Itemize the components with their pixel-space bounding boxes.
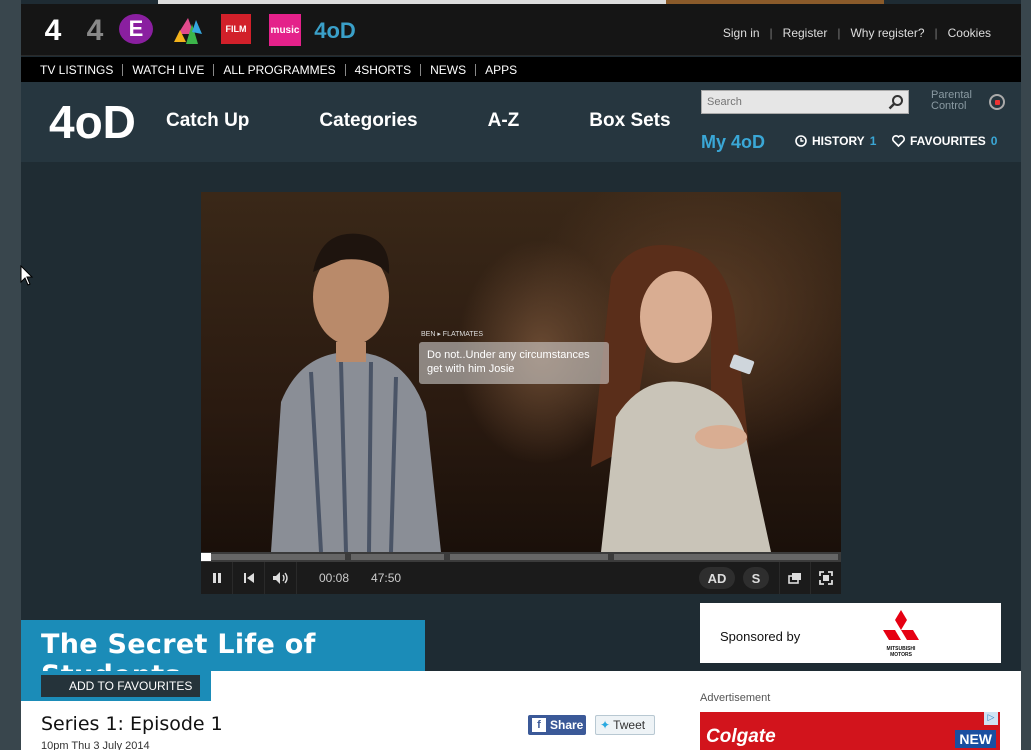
register-link[interactable]: Register: [773, 26, 838, 40]
menu-box-sets[interactable]: Box Sets: [589, 110, 670, 132]
current-time: 00:08: [319, 571, 350, 585]
sponsor-label: Sponsored by: [720, 629, 801, 644]
caption-bubble: Do not..Under any circumstances get with…: [419, 342, 609, 384]
mouse-cursor-icon: [20, 265, 34, 286]
menu-a-z[interactable]: A-Z: [488, 110, 520, 132]
content-panel-top: [211, 671, 684, 701]
4od-header: 4oD Catch Up Categories A-Z Box Sets Par…: [21, 82, 1021, 162]
episode-title: Series 1: Episode 1: [41, 713, 223, 735]
add-to-favourites-button[interactable]: ADD TO FAVOURITES: [41, 675, 201, 697]
history-link[interactable]: HISTORY 1: [795, 134, 876, 148]
clock-icon: [795, 135, 807, 147]
progress-segment[interactable]: [351, 554, 444, 560]
volume-icon: [272, 572, 288, 584]
history-count: 1: [869, 134, 877, 148]
sponsor-box[interactable]: Sponsored by MITSUBISHI MOTORS: [700, 603, 1001, 663]
progress-segment[interactable]: [211, 554, 345, 560]
nav-4shorts[interactable]: 4SHORTS: [346, 63, 422, 76]
main-nav: TV LISTINGS WATCH LIVE ALL PROGRAMMES 4S…: [21, 57, 1021, 82]
channel4-logo-icon[interactable]: 4: [35, 14, 71, 48]
pause-icon: [212, 573, 221, 583]
film4-logo-icon[interactable]: FILM: [221, 14, 251, 44]
e4-logo-icon[interactable]: E: [119, 14, 153, 44]
svg-text:MOTORS: MOTORS: [890, 652, 913, 658]
restart-button[interactable]: [233, 562, 265, 594]
subtitles-button[interactable]: S: [743, 567, 769, 589]
nav-apps[interactable]: APPS: [476, 64, 526, 76]
progress-segment[interactable]: [450, 554, 608, 560]
share-label: Share: [550, 718, 584, 732]
mitsubishi-logo-icon: MITSUBISHI MOTORS: [883, 610, 919, 658]
menu-catch-up[interactable]: Catch Up: [166, 110, 249, 132]
heart-icon: [892, 135, 905, 147]
4od-menu: Catch Up Categories A-Z Box Sets: [166, 110, 741, 132]
parental-control-label[interactable]: Parental Control: [931, 90, 972, 112]
cookies-link[interactable]: Cookies: [938, 26, 1001, 40]
4music-logo-icon[interactable]: music: [269, 14, 301, 46]
page-gutter-right: [1021, 0, 1031, 750]
ad-new-badge: NEW: [955, 730, 996, 748]
twitter-bird-icon: ✦: [600, 718, 611, 732]
4od-logo-icon[interactable]: 4oD: [314, 14, 356, 48]
colgate-ad-banner[interactable]: Colgate NEW ▷: [700, 712, 1000, 750]
video-person-right: [591, 245, 771, 552]
search-box: [701, 90, 909, 114]
caption-tag: BEN ▸ FLATMATES: [421, 331, 483, 338]
video-player[interactable]: BEN ▸ FLATMATES Do not..Under any circum…: [201, 192, 841, 552]
programme-title-block: The Secret Life of Students: [21, 620, 425, 691]
why-register-link[interactable]: Why register?: [840, 26, 934, 40]
ad-brand: Colgate: [706, 726, 776, 747]
sign-in-link[interactable]: Sign in: [713, 26, 770, 40]
fullscreen-button[interactable]: [810, 562, 842, 594]
tweet-label: Tweet: [613, 718, 646, 732]
pause-button[interactable]: [201, 562, 233, 594]
favourites-count: 0: [990, 134, 998, 148]
tweet-button[interactable]: ✦ Tweet: [595, 715, 655, 735]
nav-all-programmes[interactable]: ALL PROGRAMMES: [214, 63, 346, 76]
parental-lock-icon[interactable]: [989, 94, 1005, 110]
more4-logo-icon[interactable]: 4: [77, 14, 113, 48]
nav-news[interactable]: NEWS: [421, 63, 477, 76]
facebook-share-button[interactable]: f Share: [528, 715, 586, 735]
page-gutter-left: [0, 0, 21, 750]
popout-button[interactable]: [779, 562, 811, 594]
popout-icon: [788, 573, 801, 584]
progress-bar[interactable]: [201, 552, 841, 562]
parental-line2: Control: [931, 100, 967, 112]
history-label: HISTORY: [812, 134, 865, 148]
user-links: Sign in | Register | Why register? | Coo…: [713, 26, 1001, 40]
nav-tv-listings[interactable]: TV LISTINGS: [31, 63, 124, 76]
facebook-icon: f: [532, 718, 546, 732]
progress-segment[interactable]: [614, 554, 838, 560]
4od-main-logo[interactable]: 4oD: [49, 92, 136, 152]
advertisement-label: Advertisement: [700, 692, 771, 704]
add-to-favourites-block: ♥ ADD TO FAVOURITES: [21, 671, 211, 701]
4seven-logo-icon[interactable]: [171, 14, 207, 48]
episode-meta: 10pm Thu 3 July 2014: [41, 740, 150, 750]
nav-watch-live[interactable]: WATCH LIVE: [123, 63, 215, 76]
menu-categories[interactable]: Categories: [319, 110, 417, 132]
search-input[interactable]: [702, 91, 877, 113]
favourites-link[interactable]: FAVOURITES 0: [892, 134, 997, 148]
adchoices-icon[interactable]: ▷: [984, 712, 998, 725]
progress-played[interactable]: [201, 553, 211, 561]
search-icon[interactable]: [888, 94, 904, 110]
favourites-label: FAVOURITES: [910, 134, 986, 148]
skip-back-icon: [243, 573, 254, 583]
channel-bar: 4 4 E FILM music 4oD Sign in | Register …: [21, 4, 1021, 56]
my-4od-link[interactable]: My 4oD: [701, 132, 765, 153]
player-controls: 00:08 47:50 AD S: [201, 562, 841, 594]
audio-description-button[interactable]: AD: [699, 567, 735, 589]
duration: 47:50: [371, 571, 402, 585]
fullscreen-icon: [819, 571, 833, 585]
volume-button[interactable]: [265, 562, 297, 594]
